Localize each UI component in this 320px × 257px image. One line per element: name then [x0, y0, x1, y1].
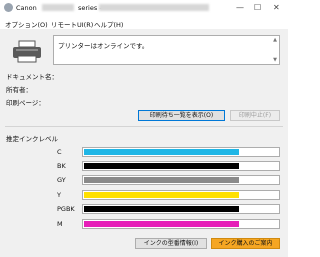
estimated-ink-level-heading: 推定インクレベル	[6, 135, 58, 143]
close-icon[interactable]: ✕	[273, 3, 280, 12]
scroll-down-icon[interactable]: ▼	[273, 57, 277, 63]
maximize-icon[interactable]: ☐	[254, 3, 261, 12]
cancel-printing-button[interactable]: 印刷中止(F)	[230, 110, 280, 121]
ink-purchase-guide-button[interactable]: インク購入のご案内	[211, 238, 280, 249]
ink-level-bar	[82, 175, 280, 185]
printer-status-window: Canon series - — ☐ ✕ オプション(O) リモートUI(R) …	[0, 0, 288, 257]
ink-level-bar	[82, 219, 280, 229]
redacted-printer-name	[99, 4, 209, 11]
ink-name: Y	[57, 191, 61, 199]
ink-level-bar	[82, 190, 280, 200]
ink-level-bar	[82, 204, 280, 214]
ink-level-bar	[82, 161, 280, 171]
minimize-icon[interactable]: —	[236, 3, 244, 12]
section-divider	[5, 126, 283, 127]
ink-row: C	[0, 147, 288, 158]
scroll-up-icon[interactable]: ▲	[273, 37, 277, 43]
ink-row: Y	[0, 190, 288, 201]
ink-name: M	[57, 220, 63, 228]
ink-level-fill	[84, 192, 239, 198]
status-message-box: プリンターはオンラインです。 ▲ ▼	[53, 35, 280, 65]
menu-bar: オプション(O) リモートUI(R) ヘルプ(H)	[0, 17, 288, 29]
ink-name: PGBK	[57, 205, 75, 213]
ink-level-fill	[84, 177, 239, 183]
ink-name: C	[57, 148, 62, 156]
ink-level-fill	[84, 163, 239, 169]
ink-model-info-button[interactable]: インクの型番情報(I)	[135, 238, 207, 249]
ink-level-fill	[84, 206, 239, 212]
status-message: プリンターはオンラインです。	[58, 42, 149, 50]
window-title-brand: Canon	[16, 4, 37, 12]
ink-row: PGBK	[0, 204, 288, 215]
menu-help[interactable]: ヘルプ(H)	[94, 19, 123, 29]
ink-level-fill	[84, 221, 239, 227]
ink-row: GY	[0, 175, 288, 186]
printer-icon	[13, 40, 41, 63]
owner-label: 所有者：	[6, 86, 32, 94]
ink-row: BK	[0, 161, 288, 172]
ink-name: BK	[57, 162, 66, 170]
title-bar[interactable]: Canon series - — ☐ ✕	[0, 0, 288, 17]
app-icon	[4, 3, 13, 12]
ink-level-fill	[84, 149, 239, 155]
ink-row: M	[0, 219, 288, 230]
redacted-model-name	[42, 4, 74, 11]
show-print-queue-button[interactable]: 印刷待ち一覧を表示(O)	[138, 110, 225, 121]
menu-remote-ui[interactable]: リモートUI(R)	[51, 19, 93, 29]
ink-level-bar	[82, 147, 280, 157]
document-name-label: ドキュメント名：	[6, 73, 58, 81]
pages-printed-label: 印刷ページ：	[6, 99, 45, 107]
ink-name: GY	[57, 176, 66, 184]
menu-options[interactable]: オプション(O)	[5, 19, 48, 29]
